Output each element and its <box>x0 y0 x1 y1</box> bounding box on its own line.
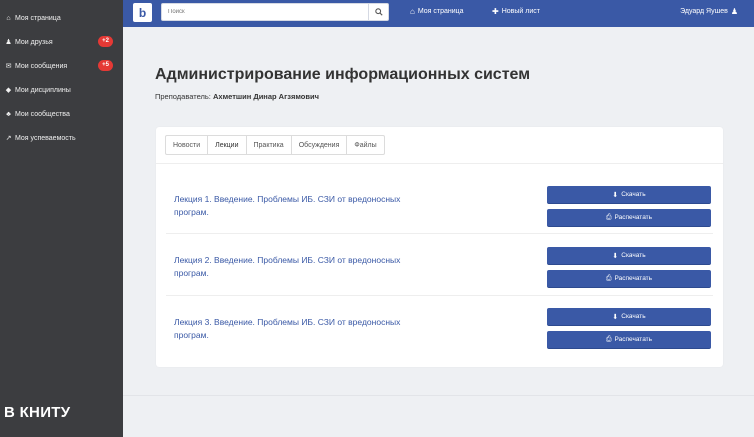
user-icon: ♟ <box>730 7 738 16</box>
page-title: Администрирование информационных систем <box>155 66 531 83</box>
lecture-title-line: програм. <box>174 207 209 217</box>
lecture-title-line: Лекция 2. Введение. Проблемы ИБ. СЗИ от … <box>174 255 401 265</box>
sidebar-item-my-communities[interactable]: ♣ Мои сообщества <box>0 102 123 126</box>
download-button[interactable]: ⬇ Скачать <box>547 308 711 326</box>
tabs-divider <box>156 163 723 164</box>
search-icon <box>374 8 383 16</box>
friends-count-badge: +2 <box>98 36 113 47</box>
site-logo[interactable]: b <box>133 3 152 22</box>
lectures-card: Новости Лекции Практика Обсуждения Файлы… <box>156 127 723 367</box>
messages-count-badge: +5 <box>98 60 113 71</box>
nav-new-sheet-link[interactable]: ✚ Новый лист <box>492 7 540 16</box>
print-label: Распечатать <box>614 214 653 221</box>
user-icon: ♟ <box>5 39 12 46</box>
user-name: Эдуард Яушев <box>680 8 728 15</box>
print-label: Распечатать <box>614 336 653 343</box>
nav-my-page-label: Моя страница <box>417 8 464 15</box>
download-icon: ⬇ <box>612 191 619 199</box>
sidebar-item-label: Моя успеваемость <box>15 134 76 142</box>
teacher-name: Ахметшин Динар Агзямович <box>213 92 319 101</box>
lecture-title-line: Лекция 3. Введение. Проблемы ИБ. СЗИ от … <box>174 317 401 327</box>
row-divider <box>166 295 713 296</box>
sidebar-item-my-messages[interactable]: ✉ Мои сообщения +5 <box>0 54 123 78</box>
tab-discussions[interactable]: Обсуждения <box>292 136 348 154</box>
lecture-link[interactable]: Лекция 2. Введение. Проблемы ИБ. СЗИ от … <box>174 254 494 280</box>
home-icon: ⌂ <box>6 14 11 22</box>
row-divider <box>166 233 713 234</box>
search-button[interactable] <box>368 4 388 20</box>
search-input[interactable] <box>162 4 368 20</box>
sidebar-item-label: Мои сообщества <box>15 110 70 118</box>
teacher-label: Преподаватель: <box>155 92 211 101</box>
lecture-link[interactable]: Лекция 3. Введение. Проблемы ИБ. СЗИ от … <box>174 316 494 342</box>
print-button[interactable]: ⎙ Распечатать <box>547 209 711 227</box>
envelope-icon: ✉ <box>5 63 12 70</box>
nav-new-sheet-label: Новый лист <box>501 8 540 15</box>
tab-files[interactable]: Файлы <box>347 136 383 154</box>
print-icon: ⎙ <box>605 274 612 282</box>
sidebar-item-label: Мои друзья <box>15 38 53 46</box>
print-button[interactable]: ⎙ Распечатать <box>547 331 711 349</box>
sidebar-item-label: Мои сообщения <box>15 62 68 70</box>
sidebar-item-my-page[interactable]: ⌂ Моя страница <box>0 6 123 30</box>
download-button[interactable]: ⬇ Скачать <box>547 247 711 265</box>
sidebar-item-label: Моя страница <box>15 14 61 22</box>
download-icon: ⬇ <box>612 252 619 260</box>
sidebar-item-my-friends[interactable]: ♟ Мои друзья +2 <box>0 30 123 54</box>
lecture-title-line: програм. <box>174 330 209 340</box>
download-label: Скачать <box>621 252 646 259</box>
users-icon: ♣ <box>6 110 11 118</box>
tab-news[interactable]: Новости <box>166 136 209 154</box>
sidebar-item-my-progress[interactable]: ↗ Моя успеваемость <box>0 126 123 150</box>
download-label: Скачать <box>621 313 646 320</box>
home-icon: ⌂ <box>410 7 415 16</box>
search-box <box>161 3 389 21</box>
print-button[interactable]: ⎙ Распечатать <box>547 270 711 288</box>
lecture-link[interactable]: Лекция 1. Введение. Проблемы ИБ. СЗИ от … <box>174 193 494 219</box>
chart-line-icon: ↗ <box>5 135 12 142</box>
nav-my-page-link[interactable]: ⌂ Моя страница <box>410 7 464 16</box>
footer-divider <box>123 395 754 396</box>
tab-lectures[interactable]: Лекции <box>208 136 247 154</box>
print-label: Распечатать <box>614 275 653 282</box>
plus-icon: ✚ <box>492 7 499 16</box>
print-icon: ⎙ <box>605 213 612 221</box>
print-icon: ⎙ <box>605 335 612 343</box>
teacher-info: Преподаватель: Ахметшин Динар Агзямович <box>155 92 319 101</box>
sidebar-item-label: Мои дисциплины <box>15 86 71 94</box>
sidebar: ⌂ Моя страница ♟ Мои друзья +2 ✉ Мои соо… <box>0 0 123 437</box>
sidebar-item-my-disciplines[interactable]: ◆ Мои дисциплины <box>0 78 123 102</box>
lecture-title-line: Лекция 1. Введение. Проблемы ИБ. СЗИ от … <box>174 194 401 204</box>
brand-logo-text: В КНИТУ <box>4 404 71 421</box>
download-label: Скачать <box>621 191 646 198</box>
download-button[interactable]: ⬇ Скачать <box>547 186 711 204</box>
lecture-title-line: програм. <box>174 268 209 278</box>
top-navbar: b ⌂ Моя страница ✚ Новый лист Эдуард Яуш… <box>123 0 754 27</box>
user-menu-link[interactable]: Эдуард Яушев ♟ <box>680 7 738 16</box>
graduation-cap-icon: ◆ <box>5 87 12 94</box>
section-tabs: Новости Лекции Практика Обсуждения Файлы <box>165 135 385 155</box>
tab-practice[interactable]: Практика <box>247 136 292 154</box>
download-icon: ⬇ <box>612 313 619 321</box>
